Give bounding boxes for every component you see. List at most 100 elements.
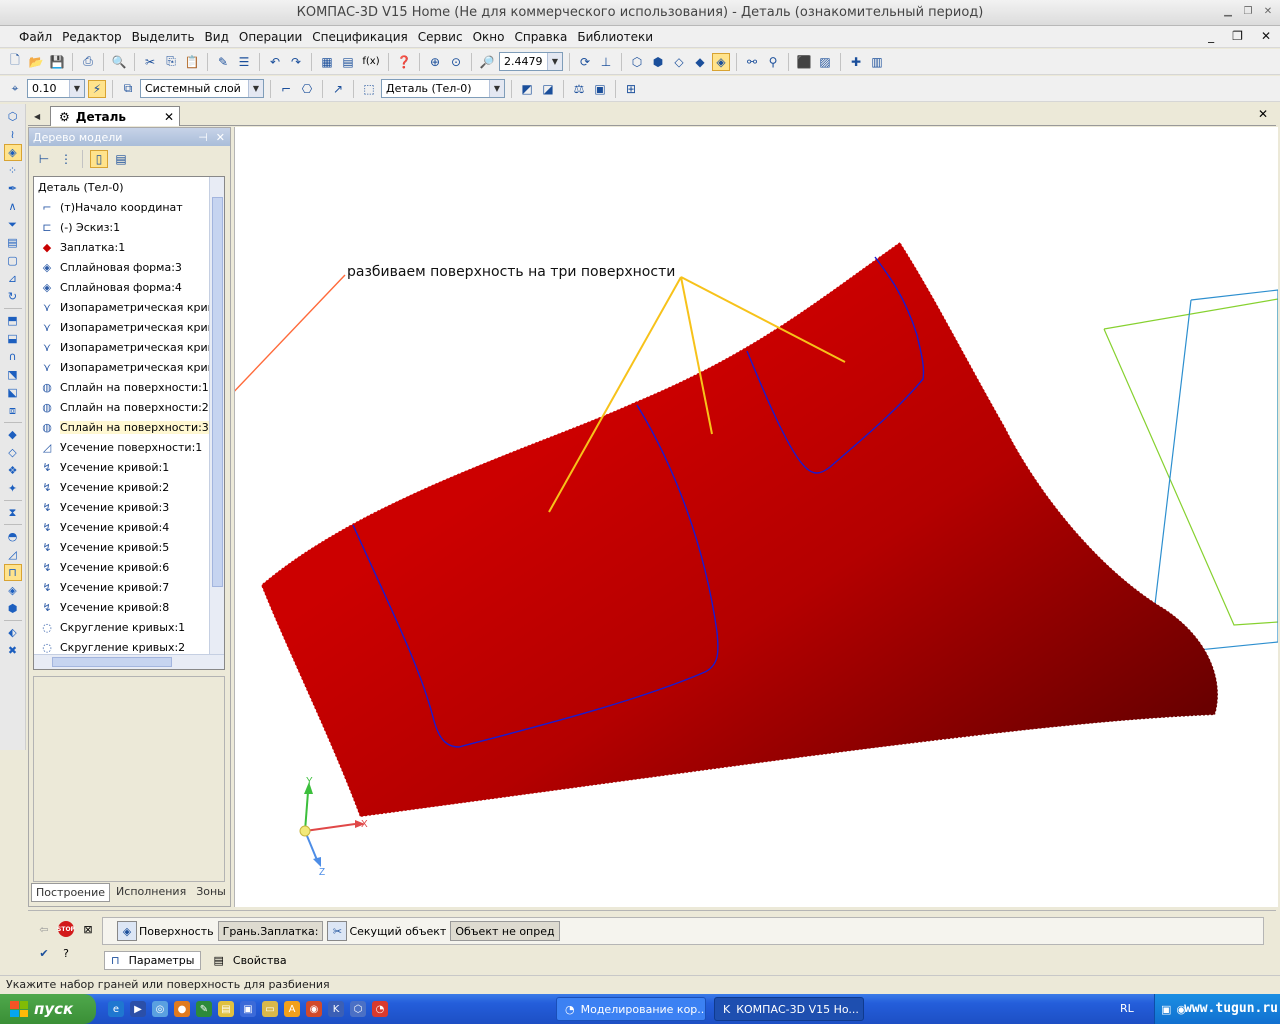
body-icon[interactable]: ⬚ [360,80,378,98]
tree-item[interactable]: ⋎ Изопараметрическая кривая [34,297,224,317]
print-icon[interactable]: ⎙ [79,53,97,71]
firefox-icon[interactable]: ● [174,1001,190,1017]
mdi-close-button[interactable]: ✕ [1256,29,1276,43]
new-file-icon[interactable]: 🗋 [6,53,24,71]
mass-icon[interactable]: ▣ [591,80,609,98]
tab-parameters[interactable]: ⊓ Параметры [104,951,202,970]
tree-filter-icon[interactable]: ⋮ [57,150,75,168]
restore-surface-icon[interactable]: ◈ [4,582,22,599]
tree-item[interactable]: ⋎ Изопараметрическая кривая [34,317,224,337]
pin-tool-icon[interactable]: ✒ [4,180,22,197]
chevron-down-icon[interactable]: ▼ [69,80,84,97]
tool-icon[interactable]: ✎ [196,1001,212,1017]
view-shaded-icon[interactable]: ◆ [691,53,709,71]
help-icon[interactable]: ? [58,945,74,961]
close-icon[interactable]: ✕ [216,131,225,144]
variables-icon[interactable]: ☰ [235,53,253,71]
layer-combo[interactable]: Системный слой (0) ▼ [140,79,264,98]
zoom-window-icon[interactable]: ⊕ [426,53,444,71]
cutter-field[interactable]: ✂ Секущий объект [327,920,446,942]
ruled-surface-icon[interactable]: ⬕ [4,384,22,401]
model-viewport[interactable]: X Y Z разбиваем поверхность на три повер… [234,127,1278,907]
offset-surface-icon[interactable]: ⬔ [4,366,22,383]
zoom-icon[interactable]: 🔎 [478,53,496,71]
unfold-icon[interactable]: ⬖ [4,624,22,641]
snap-toggle-icon[interactable]: ⚡ [88,79,106,98]
cube-yellow-icon[interactable]: ⬛ [795,53,813,71]
tree-item[interactable]: ↯ Усечение кривой:3 [34,497,224,517]
measure-icon[interactable]: ⚖ [570,80,588,98]
filter-icon[interactable]: ⚯ [743,53,761,71]
tree-item[interactable]: ⌐ (т)Начало координат [34,197,224,217]
window-icon[interactable]: ▣ [240,1001,256,1017]
menu-select[interactable]: Выделить [127,30,200,44]
plane-surface-icon[interactable]: ◓ [4,528,22,545]
tree-item[interactable]: ↯ Усечение кривой:5 [34,537,224,557]
auto-create-icon[interactable]: ⊠ [80,921,96,937]
tree-item[interactable]: ◌ Скругление кривых:1 [34,617,224,637]
view-hidden-icon[interactable]: ⬢ [649,53,667,71]
menu-view[interactable]: Вид [200,30,234,44]
body-combo[interactable]: Деталь (Тел-0) ▼ [381,79,505,98]
manager-icon[interactable]: ▦ [318,53,336,71]
material-icon[interactable]: ◩ [518,80,536,98]
zoom-all-icon[interactable]: ⊙ [447,53,465,71]
cut-surface-icon[interactable]: ◿ [4,546,22,563]
task-kompas[interactable]: K КОМПАС-3D V15 Ho... [714,997,864,1021]
chevron-down-icon[interactable]: ▼ [489,80,504,97]
tree-item[interactable]: ↯ Усечение кривой:2 [34,477,224,497]
join-icon[interactable]: ✦ [4,480,22,497]
tree-horizontal-scrollbar[interactable] [34,654,224,669]
revolve-icon[interactable]: ↻ [4,288,22,305]
start-button[interactable]: пуск [0,994,96,1024]
app-icon[interactable]: ◎ [152,1001,168,1017]
tree-item[interactable]: ◍ Сплайн на поверхности:3 [34,417,224,437]
local-cs-icon[interactable]: ⎔ [298,80,316,98]
report-icon[interactable]: ▥ [868,53,886,71]
close-document-icon[interactable]: ✕ [1258,107,1268,121]
help-cursor-icon[interactable]: ❓ [395,53,413,71]
tab-list-icon[interactable]: ◀ [34,112,40,121]
menu-window[interactable]: Окно [468,30,510,44]
loft-surface-icon[interactable]: ∩ [4,348,22,365]
restore-button[interactable]: ❐ [1240,5,1256,19]
cutter-value[interactable]: Объект не опред [450,921,560,941]
ie-icon[interactable]: e [108,1001,124,1017]
spec-icon[interactable]: ▤ [339,53,357,71]
cut-icon[interactable]: ✂ [141,53,159,71]
tree-item[interactable]: ⊏ (-) Эскиз:1 [34,217,224,237]
layer-icon[interactable]: ⧉ [119,80,137,98]
tree-item[interactable]: ↯ Усечение кривой:8 [34,597,224,617]
chrome-icon[interactable]: ◔ [372,1001,388,1017]
properties-icon[interactable]: ✎ [214,53,232,71]
delete-face-icon[interactable]: ✖ [4,642,22,659]
tree-item[interactable]: ↯ Усечение кривой:4 [34,517,224,537]
orientation-icon[interactable]: ⊥ [597,53,615,71]
tab-versions[interactable]: Исполнения [112,883,190,902]
pin-icon[interactable]: ⊣ [198,131,208,144]
mdi-minimize-button[interactable]: _ [1203,29,1219,43]
tab-detail[interactable]: ⚙ Деталь ✕ [50,106,180,126]
surface-field[interactable]: ◈ Поверхность [117,920,214,942]
surface-mode-icon[interactable]: ◈ [3,144,22,161]
tree-item[interactable]: ◍ Сплайн на поверхности:1 [34,377,224,397]
step-combo[interactable]: 0.10 ▼ [27,79,85,98]
view-thin-icon[interactable]: ◇ [670,53,688,71]
preview-icon[interactable]: 🔍 [110,53,128,71]
minimize-button[interactable]: ▁ [1220,5,1236,19]
grid-step-icon[interactable]: ⌖ [6,80,24,98]
mesh-surface-icon[interactable]: ⧈ [4,402,22,419]
copy-icon[interactable]: ⎘ [162,53,180,71]
save-icon[interactable]: 💾 [48,53,66,71]
sweep-surface-icon[interactable]: ⬓ [4,330,22,347]
kompas2-icon[interactable]: ⬡ [350,1001,366,1017]
cutter-select-icon[interactable]: ✂ [327,921,348,941]
dimension-icon[interactable]: ⊞ [622,80,640,98]
tree-item[interactable]: ↯ Усечение кривой:7 [34,577,224,597]
tree-item[interactable]: ◈ Сплайновая форма:4 [34,277,224,297]
coordinate-system-icon[interactable]: ⌐ [277,80,295,98]
open-file-icon[interactable]: 📂 [27,53,45,71]
trim-icon[interactable]: ◇ [4,444,22,461]
chevron-down-icon[interactable]: ▼ [547,53,562,70]
tree-item[interactable]: Деталь (Тел-0) [34,177,224,197]
